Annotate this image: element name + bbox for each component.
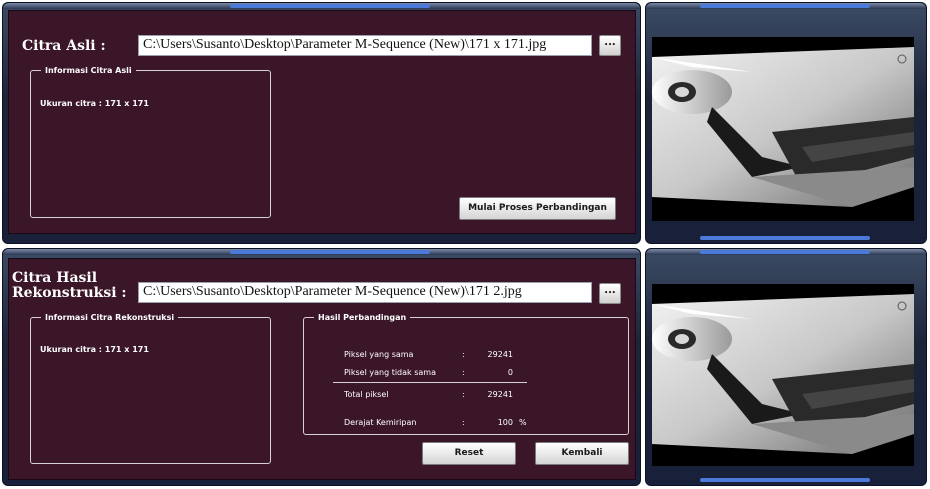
reconstructed-path-field[interactable]: C:\Users\Susanto\Desktop\Parameter M-Seq… (138, 282, 592, 303)
comparison-result-legend: Hasil Perbandingan (318, 313, 407, 322)
frame-accent (700, 4, 870, 8)
reconstructed-info-legend: Informasi Citra Rekonstruksi (45, 313, 175, 322)
original-info-group: Informasi Citra Asli (30, 66, 271, 218)
different-pixels-value: 0 (507, 368, 513, 377)
original-preview-image (652, 37, 914, 221)
frame-accent (700, 250, 870, 254)
reconstructed-image-label-line1: Citra Hasil (12, 270, 98, 286)
same-pixels-sep: : (462, 350, 465, 359)
reset-button[interactable]: Reset (422, 442, 516, 465)
frame-accent (230, 250, 430, 254)
start-compare-button[interactable]: Mulai Proses Perbandingan (459, 197, 616, 220)
total-pixels-label: Total piksel (344, 390, 389, 399)
original-info-legend: Informasi Citra Asli (45, 66, 132, 75)
reconstructed-size-text: Ukuran citra : 171 x 171 (40, 345, 149, 354)
car-headlight-image (652, 37, 914, 221)
similarity-unit: % (519, 418, 527, 427)
back-button[interactable]: Kembali (535, 442, 629, 465)
reconstructed-preview-image (652, 284, 914, 466)
frame-accent (700, 236, 870, 240)
frame-accent (700, 478, 870, 482)
similarity-sep: : (462, 418, 465, 427)
original-size-text: Ukuran citra : 171 x 171 (40, 99, 149, 108)
same-pixels-label: Piksel yang sama (344, 350, 414, 359)
reconstructed-image-label-line2: Rekonstruksi : (12, 285, 127, 301)
original-image-label: Citra Asli : (22, 38, 106, 54)
similarity-value: 100 (497, 418, 513, 427)
total-pixels-value: 29241 (487, 390, 513, 399)
browse-reconstructed-button[interactable]: ... (599, 283, 621, 304)
total-pixels-sep: : (462, 390, 465, 399)
frame-accent (230, 4, 430, 8)
car-headlight-image (652, 284, 914, 466)
different-pixels-label: Piksel yang tidak sama (344, 368, 436, 377)
original-path-field[interactable]: C:\Users\Susanto\Desktop\Parameter M-Seq… (138, 35, 592, 56)
different-pixels-sep: : (462, 368, 465, 377)
result-divider (333, 382, 527, 383)
similarity-label: Derajat Kemiripan (344, 418, 417, 427)
reconstructed-info-group: Informasi Citra Rekonstruksi (30, 313, 271, 464)
same-pixels-value: 29241 (487, 350, 513, 359)
browse-original-button[interactable]: ... (599, 35, 621, 56)
